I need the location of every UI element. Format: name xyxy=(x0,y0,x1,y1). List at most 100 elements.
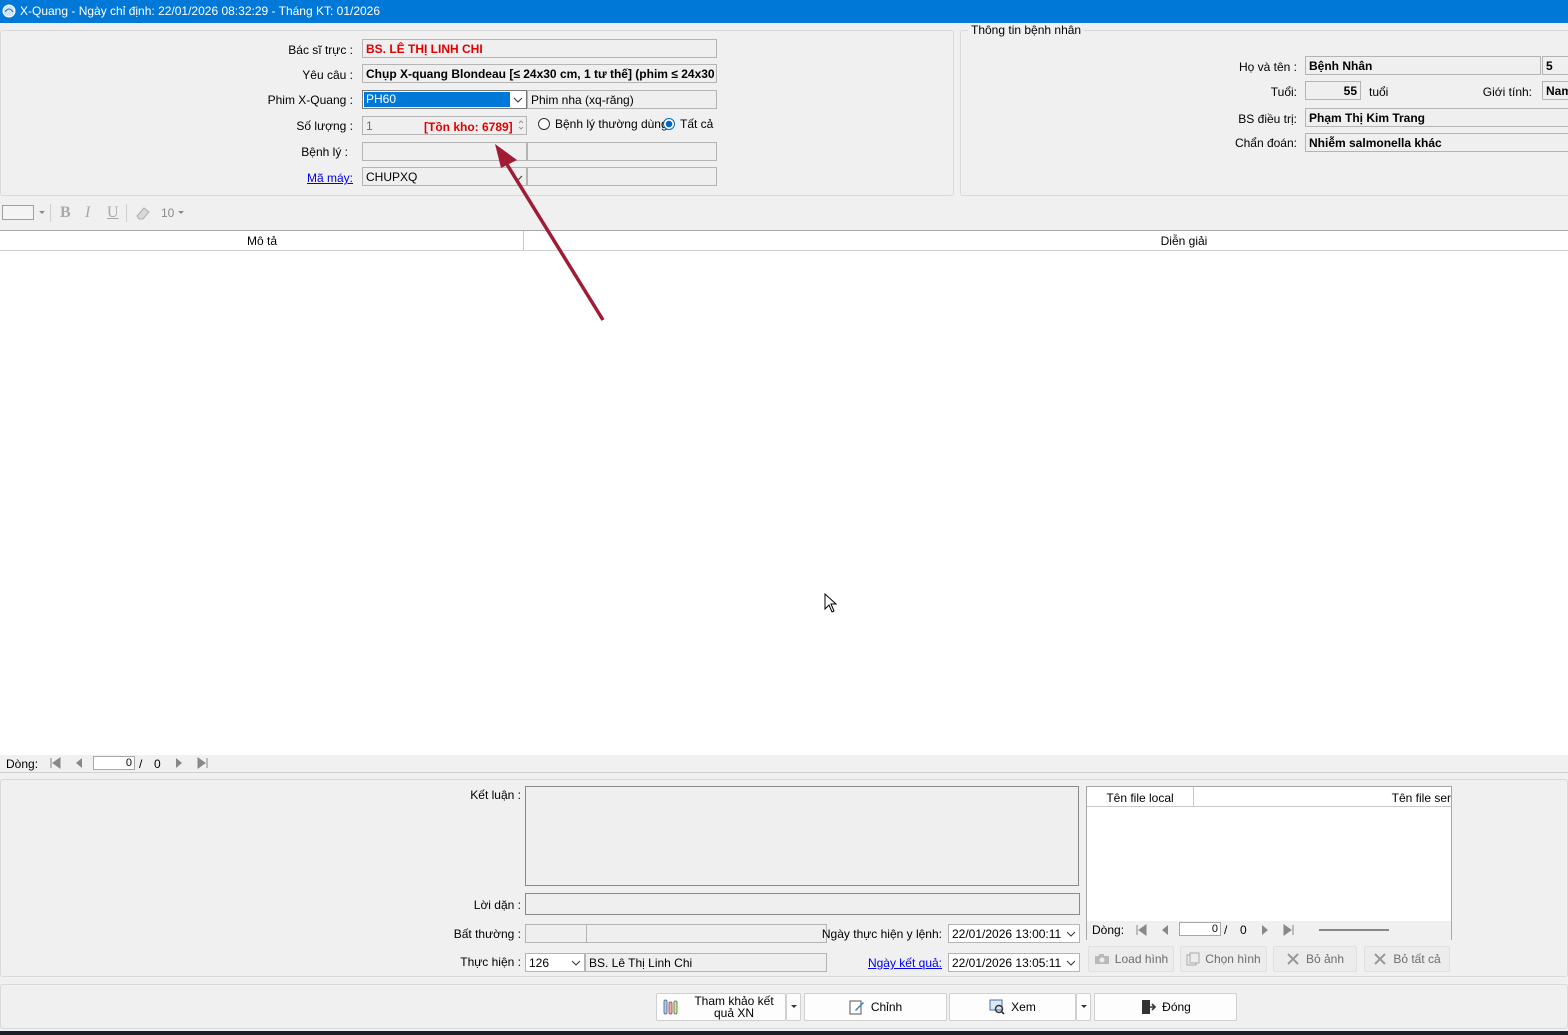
bac-si-truc-label: Bác sĩ trực : xyxy=(288,43,353,57)
xem-button[interactable]: Xem xyxy=(949,993,1076,1021)
bat-thuong-label: Bất thường : xyxy=(453,927,521,941)
load-hinh-label: Load hình xyxy=(1114,952,1169,966)
radio-benh-ly-thuong-dung[interactable] xyxy=(538,118,550,130)
bold-button[interactable]: B xyxy=(60,204,71,222)
image-nav-total: 0 xyxy=(1240,923,1247,937)
xem-dropdown[interactable] xyxy=(1076,993,1091,1021)
tham-khao-button[interactable]: Tham khảo kết quả XN xyxy=(656,993,786,1021)
chevron-down-icon[interactable] xyxy=(178,211,184,215)
prev-page-icon[interactable] xyxy=(73,757,85,769)
first-page-icon[interactable] xyxy=(49,757,61,769)
italic-button[interactable]: I xyxy=(85,204,90,222)
last-page-icon[interactable] xyxy=(1283,924,1295,936)
grid-navigator xyxy=(0,755,1568,773)
loi-dan-label: Lời dặn : xyxy=(473,898,521,912)
ngay-ket-qua-field[interactable]: 22/01/2026 13:05:11 xyxy=(948,953,1080,972)
bac-si-truc-field[interactable]: BS. LÊ THỊ LINH CHI xyxy=(362,39,717,58)
bs-dieu-tri-label: BS điều trị: xyxy=(1238,112,1297,126)
chevron-down-icon[interactable] xyxy=(510,91,526,108)
dong-button[interactable]: Đóng xyxy=(1094,993,1237,1021)
chan-doan-label: Chẩn đoán: xyxy=(1234,136,1297,150)
ngay-thuc-hien-value: 22/01/2026 13:00:11 xyxy=(952,927,1062,941)
description-grid[interactable]: Mô tả Diễn giải xyxy=(0,230,1568,755)
ma-may-link[interactable]: Mã máy: xyxy=(230,171,353,185)
close-icon xyxy=(1374,953,1387,965)
grid-nav-total: 0 xyxy=(154,757,161,771)
load-hinh-button[interactable]: Load hình xyxy=(1088,946,1174,972)
chan-doan-field: Nhiễm salmonella khác xyxy=(1305,133,1568,152)
image-list[interactable]: Tên file local Tên file ser xyxy=(1086,786,1452,940)
grid-col-mo-ta[interactable]: Mô tả xyxy=(0,234,524,248)
loi-dan-field[interactable] xyxy=(525,893,1080,915)
color-picker[interactable] xyxy=(2,205,34,220)
grid-col-dien-giai[interactable]: Diễn giải xyxy=(524,234,1568,248)
title-bar: X-Quang - Ngày chỉ định: 22/01/2026 08:3… xyxy=(0,0,1568,23)
taskbar-edge xyxy=(0,1031,1568,1035)
image-col-local[interactable]: Tên file local xyxy=(1087,791,1193,805)
ngay-ket-qua-link[interactable]: Ngày kết quả: xyxy=(820,956,942,970)
yeu-cau-label: Yêu câu : xyxy=(302,68,353,82)
eraser-icon[interactable] xyxy=(135,206,151,220)
exit-door-icon xyxy=(1142,1000,1157,1014)
radio-benh-ly-thuong-dung-label: Bệnh lý thường dùng xyxy=(555,117,668,131)
patient-group-title: Thông tin bệnh nhân xyxy=(968,23,1085,37)
image-nav-label: Dòng: xyxy=(1092,923,1125,937)
first-page-icon[interactable] xyxy=(1135,924,1147,936)
phim-combo-value: PH60 xyxy=(364,92,510,107)
spinner-icon[interactable] xyxy=(518,119,524,131)
camera-icon xyxy=(1094,954,1109,964)
chevron-down-icon[interactable] xyxy=(39,211,45,215)
ket-luan-label: Kết luận : xyxy=(470,788,521,802)
grid-nav-page-input[interactable]: 0 xyxy=(93,756,135,770)
underline-button[interactable]: U xyxy=(107,204,119,222)
bs-dieu-tri-field: Phạm Thị Kim Trang xyxy=(1305,108,1568,127)
cursor-icon xyxy=(824,593,838,613)
thuc-hien-name-field: BS. Lê Thị Linh Chi xyxy=(585,953,827,972)
bat-thuong-code-field[interactable] xyxy=(525,924,587,943)
last-page-icon[interactable] xyxy=(197,757,209,769)
edit-icon xyxy=(849,1000,864,1015)
gioi-tinh-label: Giới tính: xyxy=(1482,85,1532,99)
bat-thuong-name-field xyxy=(586,924,827,943)
image-list-header: Tên file local Tên file ser xyxy=(1087,787,1451,807)
next-page-icon[interactable] xyxy=(173,757,185,769)
ho-ten-extra-field: 5 xyxy=(1542,56,1568,75)
font-size-select[interactable]: 10 xyxy=(161,206,174,220)
ngay-thuc-hien-field[interactable]: 22/01/2026 13:00:11 xyxy=(948,924,1080,943)
gioi-tinh-field: Nam xyxy=(1542,81,1568,100)
dong-label: Đóng xyxy=(1162,1000,1191,1014)
chinh-label: Chỉnh xyxy=(870,1000,903,1014)
ton-kho-label: [Tồn kho: 6789] xyxy=(424,120,513,134)
grid-nav-sep: / xyxy=(139,757,143,771)
tham-khao-dropdown[interactable] xyxy=(786,993,801,1021)
prev-page-icon[interactable] xyxy=(1159,924,1171,936)
yeu-cau-field[interactable]: Chụp X-quang Blondeau [≤ 24x30 cm, 1 tư … xyxy=(362,64,717,83)
image-nav-sep: / xyxy=(1224,923,1228,937)
image-nav-scrollbar[interactable] xyxy=(1319,929,1389,931)
app-icon xyxy=(2,4,16,18)
ket-luan-textarea[interactable] xyxy=(525,786,1079,886)
copy-icon xyxy=(1186,952,1200,966)
radio-tat-ca[interactable] xyxy=(663,118,675,130)
chevron-down-icon[interactable] xyxy=(1066,931,1076,937)
bo-anh-button[interactable]: Bỏ ảnh xyxy=(1273,946,1357,972)
phim-combo[interactable]: PH60 xyxy=(362,90,527,109)
image-nav-page-input[interactable]: 0 xyxy=(1179,922,1221,936)
thuc-hien-label: Thực hiện : xyxy=(460,955,521,969)
grid-nav-current: 0 xyxy=(125,757,132,769)
chinh-button[interactable]: Chỉnh xyxy=(804,993,947,1021)
image-nav-current: 0 xyxy=(1211,923,1218,935)
next-page-icon[interactable] xyxy=(1259,924,1271,936)
annotation-arrow xyxy=(495,144,605,321)
ho-ten-field: Bệnh Nhân xyxy=(1305,56,1541,75)
chevron-down-icon[interactable] xyxy=(1066,960,1076,966)
image-col-server[interactable]: Tên file ser xyxy=(1199,791,1451,805)
thuc-hien-code: 126 xyxy=(529,956,550,970)
ho-ten-label: Họ và tên : xyxy=(1238,60,1297,74)
chon-hinh-button[interactable]: Chọn hình xyxy=(1180,946,1267,972)
test-tubes-icon xyxy=(663,999,678,1015)
chevron-down-icon[interactable] xyxy=(571,960,581,966)
benh-ly-label: Bệnh lý : xyxy=(301,145,348,159)
bo-tat-ca-button[interactable]: Bỏ tất cả xyxy=(1364,946,1450,972)
chevron-down-icon xyxy=(1080,1005,1087,1008)
